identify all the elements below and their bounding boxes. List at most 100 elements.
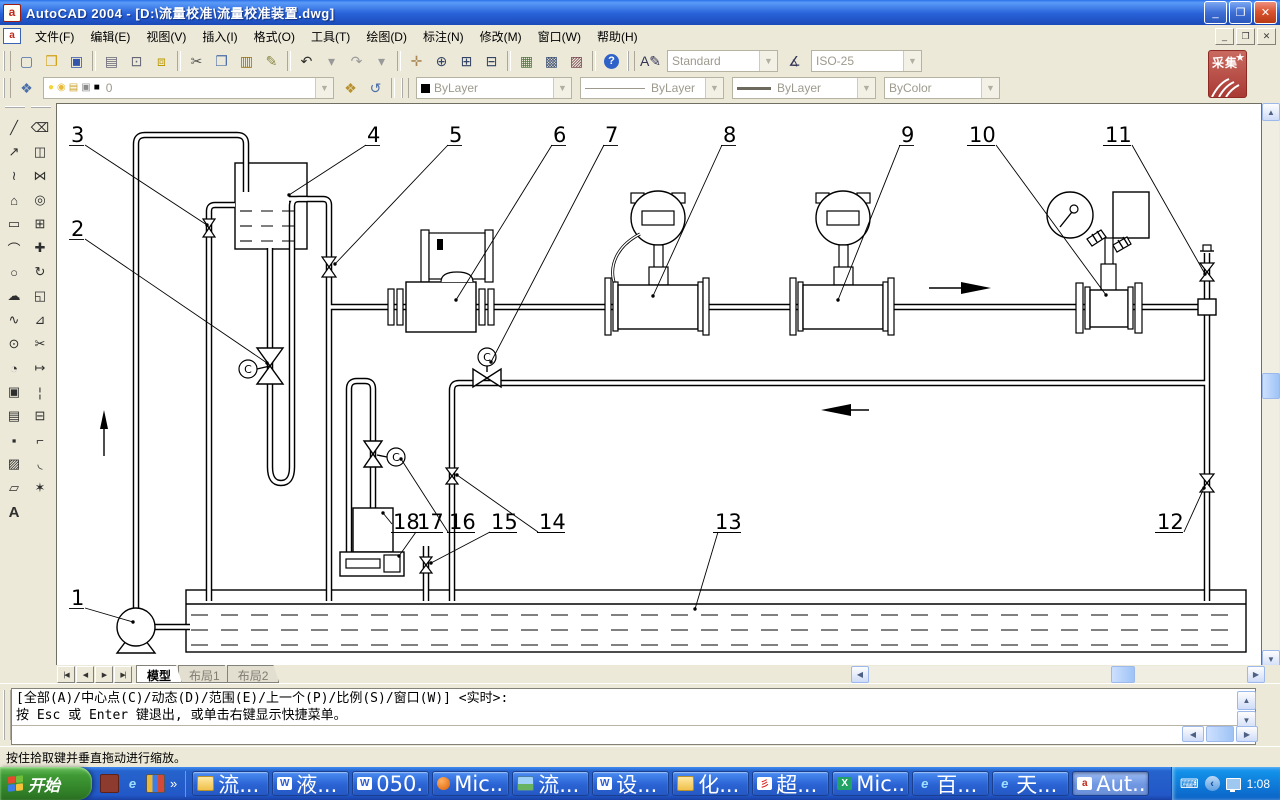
title-bar[interactable]: a AutoCAD 2004 - [D:\流量校准\流量校准装置.dwg] _ … <box>0 0 1280 25</box>
point-button[interactable]: ▪ <box>2 428 26 452</box>
menu-m[interactable]: 修改(M) <box>472 25 530 48</box>
menu-d[interactable]: 绘图(D) <box>358 25 415 48</box>
zoom-realtime-button[interactable]: ⊕ <box>429 49 454 73</box>
mdi-close-button[interactable]: ✕ <box>1257 28 1276 45</box>
taskbar-task-mic[interactable]: Mic... <box>432 771 509 796</box>
mdi-restore-button[interactable]: ❐ <box>1236 28 1255 45</box>
explode-button[interactable]: ✶ <box>28 476 52 500</box>
toolbar-grip[interactable] <box>3 78 11 98</box>
taskbar-task-[interactable]: e天... <box>992 771 1069 796</box>
chamfer-button[interactable]: ⌐ <box>28 428 52 452</box>
tab-layout2[interactable]: 布局2 <box>227 665 280 683</box>
print-preview-button[interactable]: ⊡ <box>124 49 149 73</box>
copy-object-button[interactable]: ◫ <box>28 140 52 164</box>
menu-t[interactable]: 工具(T) <box>303 25 358 48</box>
tool-palettes-button[interactable]: ▨ <box>564 49 589 73</box>
command-input[interactable] <box>12 726 1255 745</box>
undo-button[interactable]: ↶ <box>294 49 319 73</box>
stretch-button[interactable]: ⊿ <box>28 308 52 332</box>
polyline-button[interactable]: ≀ <box>2 164 26 188</box>
menu-v[interactable]: 视图(V) <box>138 25 194 48</box>
next-tab-icon[interactable]: ▶ <box>95 666 113 683</box>
make-object-layer-current-icon[interactable]: ❖ <box>338 76 363 100</box>
linetype-combo[interactable]: ByLayer ▼ <box>580 77 724 99</box>
spline-button[interactable]: ∿ <box>2 308 26 332</box>
command-history[interactable]: [全部(A)/中心点(C)/动态(D)/范围(E)/上一个(P)/比例(S)/窗… <box>12 689 1255 726</box>
pan-realtime-button[interactable]: ✛ <box>404 49 429 73</box>
canvas-hscrollbar[interactable]: ◀ ▶ <box>851 666 1263 682</box>
text-style-combo[interactable]: Standard ▼ <box>667 50 778 72</box>
dim-style-icon[interactable]: ∡ <box>782 49 807 73</box>
taskbar-task-[interactable]: W液... <box>272 771 349 796</box>
scroll-right-icon[interactable]: ▶ <box>1247 666 1265 683</box>
rectangle-button[interactable]: ▭ <box>2 212 26 236</box>
tab-model[interactable]: 模型 <box>136 665 182 683</box>
construction-line-button[interactable]: ↗ <box>2 140 26 164</box>
quicklaunch-media-icon[interactable] <box>146 774 165 793</box>
prev-tab-icon[interactable]: ◀ <box>76 666 94 683</box>
chevron-down-icon[interactable]: ▼ <box>705 78 723 98</box>
taskbar-task-aut[interactable]: aAut... <box>1072 771 1149 796</box>
mirror-button[interactable]: ⋈ <box>28 164 52 188</box>
help-button[interactable]: ? <box>599 49 624 73</box>
taskbar-task-[interactable]: 彡超... <box>752 771 829 796</box>
dim-style-combo[interactable]: ISO-25 ▼ <box>811 50 922 72</box>
redo-button[interactable]: ↷ <box>344 49 369 73</box>
insert-block-button[interactable]: ▣ <box>2 380 26 404</box>
drawing-canvas[interactable]: 123456789101112131415161718 CCC <box>56 103 1262 668</box>
last-tab-icon[interactable]: ▶| <box>114 666 132 683</box>
move-button[interactable]: ✚ <box>28 236 52 260</box>
chevron-down-icon[interactable]: ▼ <box>553 78 571 98</box>
hscroll-thumb[interactable] <box>1111 666 1135 683</box>
revision-cloud-button[interactable]: ☁ <box>2 284 26 308</box>
cmd-scroll-right-icon[interactable]: ▶ <box>1236 726 1258 742</box>
scroll-left-icon[interactable]: ◀ <box>851 666 869 683</box>
break-at-point-button[interactable]: ¦ <box>28 380 52 404</box>
taskbar-task-[interactable]: 流... <box>512 771 589 796</box>
copy-clip-button[interactable]: ❐ <box>209 49 234 73</box>
tab-layout1[interactable]: 布局1 <box>178 665 231 683</box>
close-button[interactable]: ✕ <box>1254 1 1277 24</box>
new-file-button[interactable]: ▢ <box>14 49 39 73</box>
quicklaunch-overflow-chevron[interactable]: » <box>170 776 177 791</box>
polygon-button[interactable]: ⌂ <box>2 188 26 212</box>
keyboard-icon[interactable]: ⌨ <box>1180 777 1199 790</box>
toolbar-grip[interactable] <box>3 51 11 71</box>
toolbar-grip[interactable] <box>5 106 25 113</box>
menu-w[interactable]: 窗口(W) <box>530 25 589 48</box>
drawing-doc-icon[interactable]: a <box>3 28 21 44</box>
circle-button[interactable]: ○ <box>2 260 26 284</box>
text-style-icon[interactable]: A✎ <box>638 49 663 73</box>
multiline-text-button[interactable]: A <box>2 500 26 524</box>
autocad-app-icon[interactable]: a <box>3 4 21 22</box>
publish-button[interactable]: ⧈ <box>149 49 174 73</box>
quicklaunch-app-icon[interactable] <box>100 774 119 793</box>
first-tab-icon[interactable]: |◀ <box>57 666 75 683</box>
paste-button[interactable]: ▥ <box>234 49 259 73</box>
toolbar-grip[interactable] <box>31 106 51 113</box>
fillet-button[interactable]: ◟ <box>28 452 52 476</box>
chevron-down-icon[interactable]: ▼ <box>981 78 999 98</box>
taskbar-task-mic[interactable]: XMic... <box>832 771 909 796</box>
line-button[interactable]: ╱ <box>2 116 26 140</box>
trim-button[interactable]: ✂ <box>28 332 52 356</box>
menu-f[interactable]: 文件(F) <box>27 25 82 48</box>
chevron-down-icon[interactable]: ▼ <box>857 78 875 98</box>
plotstyle-combo[interactable]: ByColor ▼ <box>884 77 1000 99</box>
layer-combo[interactable]: ●◉▤▣■ 0 ▼ <box>43 77 334 99</box>
menu-o[interactable]: 格式(O) <box>246 25 303 48</box>
save-button[interactable]: ▣ <box>64 49 89 73</box>
ellipse-arc-button[interactable]: ◔ <box>2 356 26 380</box>
color-combo[interactable]: ByLayer ▼ <box>416 77 572 99</box>
zoom-previous-button[interactable]: ⊟ <box>479 49 504 73</box>
scale-button[interactable]: ◱ <box>28 284 52 308</box>
menu-h[interactable]: 帮助(H) <box>589 25 646 48</box>
taskbar-task-[interactable]: 流... <box>192 771 269 796</box>
quicklaunch-ie-icon[interactable]: e <box>124 775 141 792</box>
offset-button[interactable]: ◎ <box>28 188 52 212</box>
menu-n[interactable]: 标注(N) <box>415 25 472 48</box>
layer-previous-icon[interactable]: ↺ <box>363 76 388 100</box>
erase-button[interactable]: ⌫ <box>28 116 52 140</box>
taskbar-task-050[interactable]: W050... <box>352 771 429 796</box>
start-button[interactable]: 开始 <box>0 767 92 800</box>
